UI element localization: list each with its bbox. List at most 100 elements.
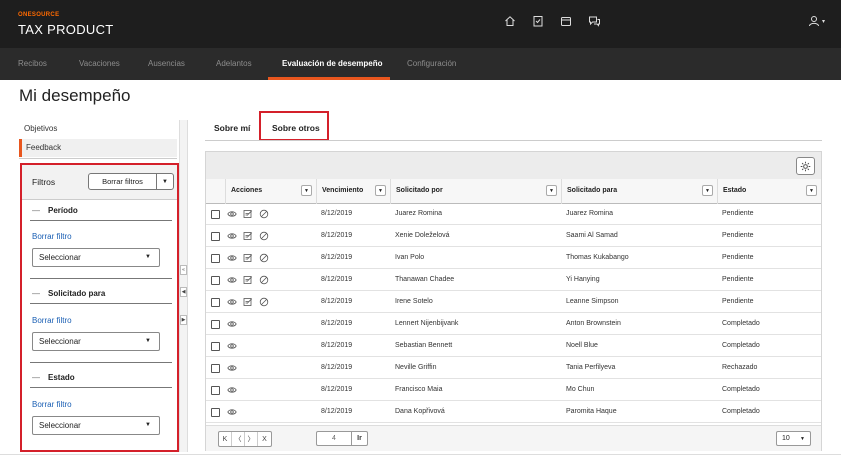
table-row[interactable]: 8/12/2019 Dana Kopřivová Paromita Haque Com… [206, 402, 821, 423]
filter-section-title: Estado [48, 373, 75, 382]
filter-section-solicitado-para[interactable]: — Solicitado para [32, 289, 105, 298]
sidebar-item-feedback[interactable]: Feedback [19, 139, 177, 157]
brand-title[interactable]: TAX PRODUCT [18, 22, 114, 37]
clear-filter-link[interactable]: Borrar filtro [32, 316, 72, 325]
edit-icon[interactable] [243, 209, 253, 219]
table-row[interactable]: 8/12/2019 Irene Sotelo Leanne Simpson Pendi… [206, 292, 821, 313]
periodo-select[interactable]: Seleccionar ▼ [32, 248, 160, 267]
row-checkbox[interactable] [211, 298, 220, 307]
view-icon[interactable] [227, 341, 237, 351]
row-checkbox[interactable] [211, 232, 220, 241]
chevron-down-icon[interactable]: ▼ [301, 185, 312, 196]
view-icon[interactable] [227, 407, 237, 417]
arrow-right-icon[interactable]: ▶ [180, 315, 187, 325]
column-header-solicitado-por[interactable]: Solicitado por ▼ [390, 179, 561, 204]
go-button[interactable]: Ir [351, 432, 367, 445]
nav-item-evaluacion[interactable]: Evaluación de desempeño [282, 59, 382, 68]
view-icon[interactable] [227, 297, 237, 307]
cancel-icon[interactable] [259, 209, 269, 219]
page-number-value[interactable]: 4 [317, 432, 351, 445]
due-date-cell: 8/12/2019 [321, 232, 353, 239]
cancel-icon[interactable] [259, 253, 269, 263]
row-checkbox[interactable] [211, 386, 220, 395]
requested-by-cell: Lennert Nijenbijvank [395, 320, 459, 327]
last-page-button[interactable]: X [258, 432, 271, 446]
edit-icon[interactable] [243, 275, 253, 285]
table-row[interactable]: 8/12/2019 Neville Griffin Tania Perfilyeva… [206, 358, 821, 379]
view-icon[interactable] [227, 319, 237, 329]
edit-icon[interactable] [243, 253, 253, 263]
row-checkbox[interactable] [211, 408, 220, 417]
nav-item-configuracion[interactable]: Configuración [407, 59, 456, 68]
table-row[interactable]: 8/12/2019 Ivan Polo Thomas Kukabango Pendie… [206, 248, 821, 269]
page-size-select[interactable]: 10 ▼ [776, 431, 811, 446]
table-row[interactable]: 8/12/2019 Lennert Nijenbijvank Anton Brown… [206, 314, 821, 335]
prev-page-button[interactable]: 〈 [232, 432, 245, 446]
solicitado-para-select[interactable]: Seleccionar ▼ [32, 332, 160, 351]
table-row[interactable]: 8/12/2019 Juarez Romina Juarez Romina Pendi… [206, 204, 821, 225]
tab-sobre-mi[interactable]: Sobre mí [214, 123, 250, 133]
row-checkbox[interactable] [211, 276, 220, 285]
collapse-left-icon[interactable]: « [180, 265, 187, 275]
main-nav: Recibos Vacaciones Ausencias Adelantos E… [0, 48, 841, 80]
view-icon[interactable] [227, 275, 237, 285]
page-number-field[interactable]: 4 Ir [316, 431, 368, 446]
user-icon [809, 16, 819, 27]
chevron-down-icon[interactable]: ▼ [546, 185, 557, 196]
column-header-vencimiento[interactable]: Vencimiento ▼ [316, 179, 390, 204]
row-actions [227, 253, 269, 263]
select-value: Seleccionar [39, 253, 81, 262]
column-header-solicitado-para[interactable]: Solicitado para ▼ [561, 179, 717, 204]
estado-select[interactable]: Seleccionar ▼ [32, 416, 160, 435]
clear-filter-link[interactable]: Borrar filtro [32, 400, 72, 409]
table-row[interactable]: 8/12/2019 Thanawan Chadee Yi Hanying Pendie… [206, 270, 821, 291]
column-header-acciones[interactable]: Acciones ▼ [225, 179, 316, 204]
row-checkbox[interactable] [211, 254, 220, 263]
chevron-down-icon[interactable]: ▼ [702, 185, 713, 196]
first-page-button[interactable]: K [219, 432, 232, 446]
view-icon[interactable] [227, 385, 237, 395]
clear-filters-button[interactable]: Borrar filtros ▼ [88, 173, 174, 190]
filter-section-estado[interactable]: — Estado [32, 373, 75, 382]
table-row[interactable]: 8/12/2019 Sebastian Bennett Noell Blue Comp… [206, 336, 821, 357]
nav-item-adelantos[interactable]: Adelantos [216, 59, 252, 68]
table-row[interactable]: 8/12/2019 Francisco Maia Mo Chun Completado [206, 380, 821, 401]
row-checkbox[interactable] [211, 210, 220, 219]
chevron-down-icon[interactable]: ▼ [375, 185, 386, 196]
home-icon[interactable] [503, 14, 517, 28]
row-checkbox[interactable] [211, 342, 220, 351]
view-icon[interactable] [227, 209, 237, 219]
filter-section-periodo[interactable]: — Período [32, 206, 78, 215]
filter-section-title: Solicitado para [48, 289, 106, 298]
user-menu[interactable]: ▾ [808, 15, 825, 27]
view-icon[interactable] [227, 253, 237, 263]
cancel-icon[interactable] [259, 231, 269, 241]
nav-item-ausencias[interactable]: Ausencias [148, 59, 185, 68]
grid-settings-button[interactable] [796, 157, 815, 175]
clear-filter-link[interactable]: Borrar filtro [32, 232, 72, 241]
sidebar-item-objetivos[interactable]: Objetivos [19, 120, 177, 138]
view-icon[interactable] [227, 231, 237, 241]
row-checkbox[interactable] [211, 364, 220, 373]
view-icon[interactable] [227, 363, 237, 373]
nav-item-recibos[interactable]: Recibos [18, 59, 47, 68]
panel-splitter[interactable] [179, 120, 188, 452]
chevron-down-icon[interactable]: ▼ [156, 174, 173, 189]
nav-item-vacaciones[interactable]: Vacaciones [79, 59, 120, 68]
arrow-left-icon[interactable]: ◀ [180, 287, 187, 297]
next-page-button[interactable]: 〉 [245, 432, 258, 446]
cancel-icon[interactable] [259, 275, 269, 285]
chat-icon[interactable] [587, 14, 601, 28]
checklist-icon[interactable] [531, 14, 545, 28]
column-header-estado[interactable]: Estado ▼ [717, 179, 821, 204]
edit-icon[interactable] [243, 231, 253, 241]
cancel-icon[interactable] [259, 297, 269, 307]
edit-icon[interactable] [243, 297, 253, 307]
top-header: ONESOURCE TAX PRODUCT ▾ [0, 0, 841, 48]
wallet-icon[interactable] [559, 14, 573, 28]
table-row[interactable]: 8/12/2019 Xenie Doleželová Saami Al Samad P… [206, 226, 821, 247]
column-title: Vencimiento [322, 187, 364, 194]
status-cell: Completado [722, 386, 760, 393]
row-checkbox[interactable] [211, 320, 220, 329]
chevron-down-icon[interactable]: ▼ [806, 185, 817, 196]
